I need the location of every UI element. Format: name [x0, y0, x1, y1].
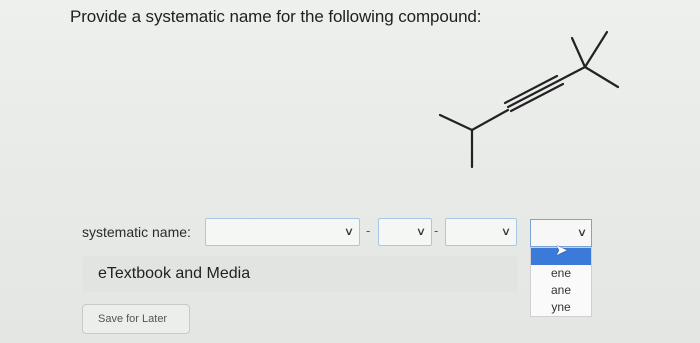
etextbook-media-label: eTextbook and Media — [98, 265, 251, 282]
name-part-select-2[interactable]: ∨ — [378, 218, 432, 246]
separator-dash-2: - — [434, 223, 439, 238]
save-for-later-label: Save for Later — [98, 313, 168, 325]
suffix-options-list: ➤ ene ane yne — [530, 242, 592, 317]
name-part-select-3[interactable]: ∨ — [445, 218, 517, 246]
chevron-down-icon: ∨ — [576, 227, 588, 239]
molecule-structure-image — [438, 30, 620, 169]
chevron-down-icon: ∨ — [415, 226, 427, 238]
systematic-name-label: systematic name: — [82, 224, 191, 240]
etextbook-media-panel[interactable]: eTextbook and Media — [82, 256, 518, 292]
suffix-option-ene[interactable]: ene — [531, 265, 591, 282]
name-part-select-1[interactable]: ∨ — [205, 218, 360, 246]
chevron-down-icon: ∨ — [500, 226, 512, 238]
suffix-select-open[interactable]: ∨ ➤ ene ane yne — [530, 219, 592, 319]
save-for-later-button[interactable]: Save for Later — [82, 304, 190, 334]
suffix-option-ane[interactable]: ane — [531, 282, 591, 299]
suffix-option-highlighted[interactable]: ➤ — [531, 242, 591, 265]
mouse-pointer-icon: ➤ — [555, 242, 568, 259]
suffix-option-yne[interactable]: yne — [531, 299, 591, 316]
chevron-down-icon: ∨ — [343, 226, 355, 238]
separator-dash-1: - — [366, 223, 371, 238]
